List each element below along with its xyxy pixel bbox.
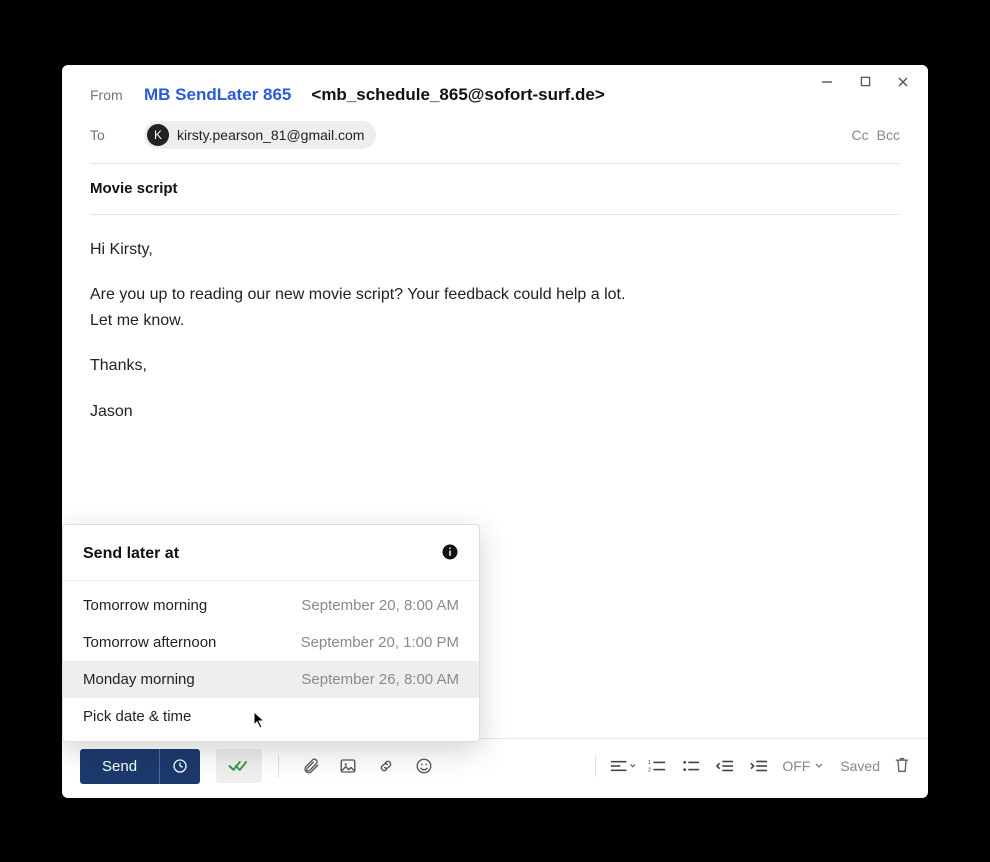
format-toolbar: 12 — [595, 755, 776, 777]
track-button[interactable] — [216, 749, 262, 783]
popover-item-tomorrow-morning[interactable]: Tomorrow morning September 20, 8:00 AM — [63, 587, 479, 624]
close-button[interactable] — [896, 75, 910, 89]
popover-item-time: September 26, 8:00 AM — [301, 671, 459, 688]
recipient-avatar: K — [147, 124, 169, 146]
discard-button[interactable] — [894, 756, 910, 777]
chevron-down-icon — [814, 761, 824, 771]
popover-item-time: September 20, 8:00 AM — [301, 597, 459, 614]
align-left-icon — [610, 759, 627, 773]
popover-item-time: September 20, 1:00 PM — [301, 634, 459, 651]
svg-text:1: 1 — [648, 760, 651, 766]
body-line: Are you up to reading our new movie scri… — [90, 282, 900, 308]
sender-name[interactable]: MB SendLater 865 — [144, 85, 291, 105]
insert-link-button[interactable] — [376, 755, 396, 777]
recipient-chip[interactable]: K kirsty.pearson_81@gmail.com — [144, 121, 376, 149]
info-icon[interactable] — [441, 543, 459, 566]
numbered-list-icon: 12 — [648, 759, 666, 773]
minimize-button[interactable] — [820, 75, 834, 89]
compose-toolbar: Send later at Tomorrow morning September… — [62, 738, 928, 798]
emoji-icon — [415, 757, 433, 775]
sender-email: <mb_schedule_865@sofort-surf.de> — [311, 85, 604, 105]
trash-icon — [894, 756, 910, 774]
send-later-button[interactable] — [159, 749, 200, 784]
bullet-list-button[interactable] — [678, 755, 704, 777]
toolbar-divider — [278, 755, 279, 777]
outdent-button[interactable] — [712, 755, 738, 777]
subject-row[interactable]: Movie script — [90, 164, 900, 215]
popover-item-label: Pick date & time — [83, 708, 191, 725]
popover-item-pick-date-time[interactable]: Pick date & time — [63, 698, 479, 735]
body-line: Hi Kirsty, — [90, 237, 900, 263]
numbered-list-button[interactable]: 12 — [644, 755, 670, 777]
popover-item-monday-morning[interactable]: Monday morning September 26, 8:00 AM — [63, 661, 479, 698]
to-row: To K kirsty.pearson_81@gmail.com Cc Bcc — [90, 111, 900, 164]
from-label: From — [90, 87, 130, 103]
clock-icon — [172, 758, 188, 774]
cc-button[interactable]: Cc — [852, 127, 869, 143]
window-controls — [820, 75, 910, 89]
attachment-button[interactable] — [301, 755, 321, 777]
maximize-button[interactable] — [858, 75, 872, 89]
tracking-toggle-label: OFF — [782, 758, 810, 774]
indent-icon — [750, 759, 768, 773]
indent-button[interactable] — [746, 755, 772, 777]
svg-text:2: 2 — [648, 767, 651, 773]
image-icon — [339, 757, 357, 775]
popover-item-label: Monday morning — [83, 671, 195, 688]
tracking-toggle[interactable]: OFF — [782, 758, 824, 774]
compose-window: From MB SendLater 865 <mb_schedule_865@s… — [62, 65, 928, 798]
insert-emoji-button[interactable] — [414, 755, 434, 777]
saved-status: Saved — [840, 758, 880, 774]
from-row: From MB SendLater 865 <mb_schedule_865@s… — [90, 79, 900, 111]
double-check-icon — [228, 758, 250, 774]
body-line: Jason — [90, 399, 900, 425]
align-button[interactable] — [610, 755, 636, 777]
popover-title: Send later at — [83, 545, 179, 563]
link-icon — [377, 757, 395, 775]
to-label: To — [90, 127, 130, 143]
chevron-down-icon — [629, 762, 637, 770]
popover-item-label: Tomorrow afternoon — [83, 634, 216, 651]
popover-item-label: Tomorrow morning — [83, 597, 207, 614]
recipient-email: kirsty.pearson_81@gmail.com — [177, 127, 364, 143]
outdent-icon — [716, 759, 734, 773]
subject-text: Movie script — [90, 180, 178, 197]
popover-item-tomorrow-afternoon[interactable]: Tomorrow afternoon September 20, 1:00 PM — [63, 624, 479, 661]
body-line: Thanks, — [90, 353, 900, 379]
bullet-list-icon — [682, 759, 700, 773]
send-button[interactable]: Send — [80, 749, 159, 784]
popover-list: Tomorrow morning September 20, 8:00 AM T… — [63, 581, 479, 741]
body-line: Let me know. — [90, 308, 900, 334]
send-later-popover: Send later at Tomorrow morning September… — [62, 524, 480, 742]
insert-image-button[interactable] — [339, 755, 359, 777]
bcc-button[interactable]: Bcc — [877, 127, 900, 143]
paperclip-icon — [302, 757, 320, 775]
